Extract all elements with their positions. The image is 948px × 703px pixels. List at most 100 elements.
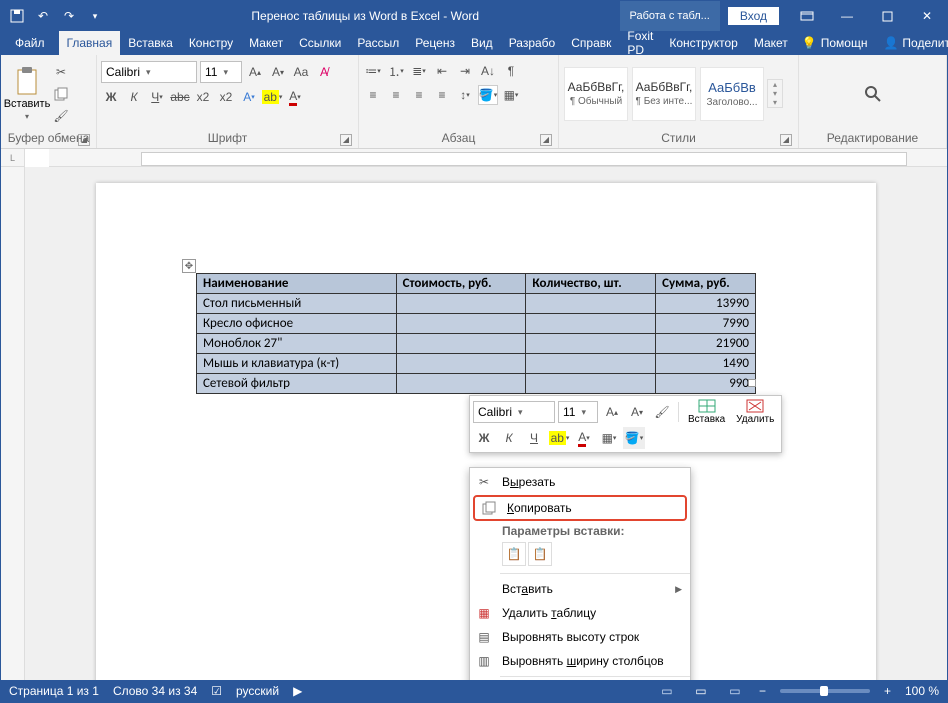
tab-home[interactable]: Главная <box>59 31 121 55</box>
status-words[interactable]: Слово 34 из 34 <box>113 684 197 698</box>
tab-foxit[interactable]: Foxit PD <box>619 31 661 55</box>
undo-button[interactable]: ↶ <box>31 4 55 28</box>
view-web[interactable]: ▭ <box>725 683 745 699</box>
superscript-button[interactable]: x2 <box>216 87 236 107</box>
paste-merge[interactable]: 📋 <box>528 542 552 566</box>
status-macro-icon[interactable]: ▶ <box>293 684 302 698</box>
close-button[interactable]: ✕ <box>907 1 947 31</box>
zoom-level[interactable]: 100 % <box>905 684 939 698</box>
paste-button[interactable]: Вставить ▾ <box>5 61 49 127</box>
mini-format-painter[interactable]: 🖌 <box>651 401 673 423</box>
redo-button[interactable]: ↷ <box>57 4 81 28</box>
status-page[interactable]: Страница 1 из 1 <box>9 684 99 698</box>
table-row[interactable]: Сетевой фильтр990 <box>197 374 756 394</box>
mini-italic[interactable]: К <box>498 427 520 449</box>
table-row[interactable]: Стол письменный13990 <box>197 294 756 314</box>
mini-size-combo[interactable]: 11▾ <box>558 401 598 423</box>
ctx-delete-table[interactable]: ▦Удалить таблицу <box>470 601 690 625</box>
tell-me[interactable]: 💡Помощн <box>796 36 874 50</box>
font-launcher[interactable]: ◢ <box>340 134 352 146</box>
tab-table-layout[interactable]: Макет <box>746 31 796 55</box>
tab-layout[interactable]: Макет <box>241 31 291 55</box>
qat-dropdown[interactable]: ▾ <box>83 4 107 28</box>
table-row[interactable]: Кресло офисное7990 <box>197 314 756 334</box>
mini-highlight[interactable]: ab▾ <box>548 427 570 449</box>
multilevel-button[interactable]: ≣▾ <box>409 61 429 81</box>
zoom-in[interactable]: + <box>884 684 891 698</box>
horizontal-ruler[interactable] <box>49 149 947 167</box>
tab-help[interactable]: Справк <box>563 31 619 55</box>
sort-button[interactable]: A↓ <box>478 61 498 81</box>
ribbon-display-button[interactable] <box>787 1 827 31</box>
tab-references[interactable]: Ссылки <box>291 31 349 55</box>
table-header-row[interactable]: Наименование Стоимость, руб. Количество,… <box>197 274 756 294</box>
tab-insert[interactable]: Вставка <box>120 31 181 55</box>
status-language[interactable]: русский <box>236 684 279 698</box>
text-effects-button[interactable]: A▾ <box>239 87 259 107</box>
style-normal[interactable]: АаБбВвГг,¶ Обычный <box>564 67 628 121</box>
align-left-button[interactable]: ≡ <box>363 85 383 105</box>
change-case-button[interactable]: Aa <box>291 62 311 82</box>
italic-button[interactable]: К <box>124 87 144 107</box>
mini-bold[interactable]: Ж <box>473 427 495 449</box>
numbering-button[interactable]: ⒈▾ <box>386 61 406 81</box>
style-heading1[interactable]: АаБбВвЗаголово... <box>700 67 764 121</box>
tab-selector[interactable]: L <box>1 149 25 167</box>
ctx-distribute-rows[interactable]: ▤Выровнять высоту строк <box>470 625 690 649</box>
mini-font-combo[interactable]: Calibri▾ <box>473 401 555 423</box>
justify-button[interactable]: ≡ <box>432 85 452 105</box>
document-table[interactable]: Наименование Стоимость, руб. Количество,… <box>196 273 756 394</box>
paragraph-launcher[interactable]: ◢ <box>540 134 552 146</box>
tab-table-design[interactable]: Конструктор <box>661 31 745 55</box>
ctx-distribute-cols[interactable]: ▥Выровнять ширину столбцов <box>470 649 690 673</box>
save-button[interactable] <box>5 4 29 28</box>
maximize-button[interactable] <box>867 1 907 31</box>
font-color-button[interactable]: A▾ <box>285 87 305 107</box>
view-print[interactable]: ▭ <box>691 683 711 699</box>
zoom-slider[interactable] <box>780 689 870 693</box>
line-spacing-button[interactable]: ↕▾ <box>455 85 475 105</box>
highlight-button[interactable]: ab▾ <box>262 87 282 107</box>
subscript-button[interactable]: x2 <box>193 87 213 107</box>
vertical-ruler[interactable] <box>1 167 25 680</box>
shading-button[interactable]: 🪣▾ <box>478 85 498 105</box>
mini-delete-button[interactable]: Удалить <box>732 399 778 425</box>
ctx-copy[interactable]: Копировать <box>473 495 687 521</box>
mini-shrink-font[interactable]: A▾ <box>626 401 648 423</box>
table-resize-handle[interactable] <box>748 379 756 387</box>
tab-review[interactable]: Реценз <box>407 31 463 55</box>
bold-button[interactable]: Ж <box>101 87 121 107</box>
mini-borders[interactable]: ▦▾ <box>598 427 620 449</box>
share-button[interactable]: 👤Поделиться <box>877 36 948 50</box>
style-no-spacing[interactable]: АаБбВвГг,¶ Без инте... <box>632 67 696 121</box>
mini-grow-font[interactable]: A▴ <box>601 401 623 423</box>
tab-developer[interactable]: Разрабо <box>501 31 564 55</box>
strikethrough-button[interactable]: abc <box>170 87 190 107</box>
styles-launcher[interactable]: ◢ <box>780 134 792 146</box>
status-spell-icon[interactable]: ☑ <box>211 684 222 698</box>
font-name-combo[interactable]: Calibri▾ <box>101 61 197 83</box>
copy-button[interactable] <box>51 84 71 104</box>
format-painter-button[interactable]: 🖌 <box>51 106 71 126</box>
paste-keep-source[interactable]: 📋 <box>502 542 526 566</box>
grow-font-button[interactable]: A▴ <box>245 62 265 82</box>
zoom-out[interactable]: − <box>759 684 766 698</box>
table-row[interactable]: Моноблок 27"21900 <box>197 334 756 354</box>
align-right-button[interactable]: ≡ <box>409 85 429 105</box>
mini-insert-button[interactable]: Вставка <box>684 399 729 425</box>
cut-button[interactable]: ✂ <box>51 62 71 82</box>
decrease-indent-button[interactable]: ⇤ <box>432 61 452 81</box>
ctx-paste[interactable]: Вставить▶ <box>470 577 690 601</box>
mini-font-color[interactable]: A▾ <box>573 427 595 449</box>
table-move-handle[interactable]: ✥ <box>182 259 196 273</box>
shrink-font-button[interactable]: A▾ <box>268 62 288 82</box>
clear-formatting-button[interactable]: A̸ <box>314 62 334 82</box>
bullets-button[interactable]: ≔▾ <box>363 61 383 81</box>
tab-design[interactable]: Констру <box>181 31 241 55</box>
align-center-button[interactable]: ≡ <box>386 85 406 105</box>
sign-in-button[interactable]: Вход <box>728 7 779 25</box>
tab-file[interactable]: Файл <box>1 31 59 55</box>
tab-mailings[interactable]: Рассыл <box>349 31 407 55</box>
styles-more[interactable]: ▴▾▾ <box>767 79 783 108</box>
increase-indent-button[interactable]: ⇥ <box>455 61 475 81</box>
